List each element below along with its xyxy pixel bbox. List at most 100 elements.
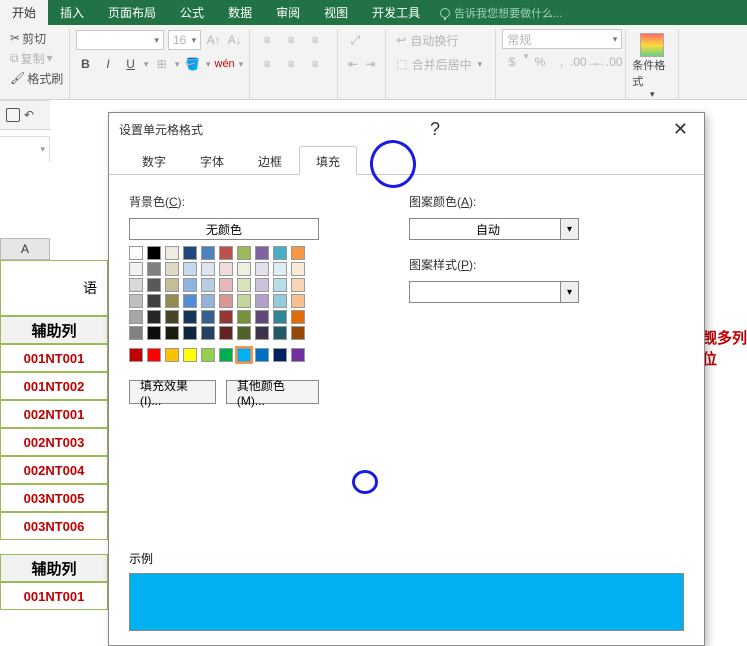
color-swatch[interactable] xyxy=(291,294,305,308)
color-swatch[interactable] xyxy=(291,262,305,276)
color-swatch[interactable] xyxy=(219,326,233,340)
data-cell[interactable]: 002NT003 xyxy=(0,428,108,456)
color-swatch[interactable] xyxy=(201,262,215,276)
color-swatch[interactable] xyxy=(165,278,179,292)
color-swatch[interactable] xyxy=(273,262,287,276)
tab-home[interactable]: 开始 xyxy=(0,0,48,25)
data-cell[interactable]: 001NT002 xyxy=(0,372,108,400)
header-cell[interactable]: 语 xyxy=(0,260,108,316)
tab-font[interactable]: 字体 xyxy=(183,146,241,175)
color-swatch[interactable] xyxy=(165,348,179,362)
increase-decimal-button[interactable]: .00→ xyxy=(573,51,595,73)
color-swatch[interactable] xyxy=(129,246,143,260)
underline-button[interactable]: U xyxy=(121,53,140,75)
color-swatch[interactable] xyxy=(255,310,269,324)
column-header-a[interactable]: A xyxy=(0,238,50,260)
color-swatch[interactable] xyxy=(219,348,233,362)
color-swatch[interactable] xyxy=(255,246,269,260)
decrease-indent-button[interactable]: ⇤ xyxy=(344,53,362,75)
tab-fill[interactable]: 填充 xyxy=(299,146,357,175)
orientation-button[interactable]: ⤢ xyxy=(344,29,366,51)
color-swatch[interactable] xyxy=(273,278,287,292)
color-swatch[interactable] xyxy=(147,246,161,260)
color-swatch[interactable] xyxy=(237,310,251,324)
color-swatch[interactable] xyxy=(273,246,287,260)
color-swatch[interactable] xyxy=(255,278,269,292)
color-swatch[interactable] xyxy=(273,310,287,324)
color-swatch[interactable] xyxy=(165,326,179,340)
color-swatch[interactable] xyxy=(255,326,269,340)
no-color-button[interactable]: 无颜色 xyxy=(129,218,319,240)
color-swatch[interactable] xyxy=(255,262,269,276)
shrink-font-button[interactable]: A↓ xyxy=(226,29,243,51)
color-swatch[interactable] xyxy=(237,278,251,292)
color-swatch[interactable] xyxy=(129,262,143,276)
more-colors-button[interactable]: 其他颜色(M)... xyxy=(226,380,319,404)
color-swatch[interactable] xyxy=(219,310,233,324)
color-swatch[interactable] xyxy=(273,348,287,362)
color-swatch[interactable] xyxy=(165,262,179,276)
color-swatch[interactable] xyxy=(183,294,197,308)
font-size-combo[interactable]: 16▾ xyxy=(168,30,201,50)
color-swatch[interactable] xyxy=(273,326,287,340)
conditional-formatting-button[interactable]: 条件格式▾ xyxy=(632,29,672,104)
help-button[interactable]: ? xyxy=(430,119,440,140)
color-swatch[interactable] xyxy=(237,326,251,340)
cut-button[interactable]: ✂剪切 xyxy=(10,29,63,47)
color-swatch[interactable] xyxy=(291,326,305,340)
color-swatch[interactable] xyxy=(129,348,143,362)
aux-header-cell[interactable]: 辅助列 xyxy=(0,554,108,582)
tab-insert[interactable]: 插入 xyxy=(48,0,96,25)
fill-color-button[interactable]: 🪣 xyxy=(183,53,202,75)
color-swatch[interactable] xyxy=(129,294,143,308)
decrease-decimal-button[interactable]: ←.00 xyxy=(597,51,619,73)
color-swatch[interactable] xyxy=(183,348,197,362)
font-name-combo[interactable]: ▾ xyxy=(76,30,164,50)
color-swatch[interactable] xyxy=(129,278,143,292)
color-swatch[interactable] xyxy=(291,348,305,362)
tab-data[interactable]: 数据 xyxy=(216,0,264,25)
fill-effects-button[interactable]: 填充效果(I)... xyxy=(129,380,216,404)
color-swatch[interactable] xyxy=(291,278,305,292)
color-swatch[interactable] xyxy=(219,246,233,260)
color-swatch[interactable] xyxy=(147,294,161,308)
color-swatch[interactable] xyxy=(201,310,215,324)
color-swatch[interactable] xyxy=(165,246,179,260)
color-swatch[interactable] xyxy=(183,278,197,292)
pattern-style-combo[interactable]: ▾ xyxy=(409,281,579,303)
tab-formulas[interactable]: 公式 xyxy=(168,0,216,25)
copy-button[interactable]: ⧉复制▾ xyxy=(10,49,63,67)
wrap-text-button[interactable]: ↩自动换行 xyxy=(392,29,489,51)
phonetic-button[interactable]: wén xyxy=(215,53,235,75)
tab-developer[interactable]: 开发工具 xyxy=(360,0,432,25)
bold-button[interactable]: B xyxy=(76,53,95,75)
format-painter-button[interactable]: 🖌格式刷 xyxy=(10,69,63,87)
close-button[interactable]: ✕ xyxy=(673,119,688,140)
currency-button[interactable]: $ xyxy=(502,51,521,73)
color-swatch[interactable] xyxy=(183,310,197,324)
merge-center-button[interactable]: ⬚合并后居中▾ xyxy=(392,53,489,75)
color-swatch[interactable] xyxy=(183,246,197,260)
color-swatch[interactable] xyxy=(129,326,143,340)
color-swatch[interactable] xyxy=(219,262,233,276)
color-swatch[interactable] xyxy=(201,294,215,308)
color-swatch[interactable] xyxy=(183,262,197,276)
tell-me-search[interactable]: 告诉我您想要做什么... xyxy=(432,0,570,25)
color-swatch[interactable] xyxy=(237,246,251,260)
color-swatch[interactable] xyxy=(201,246,215,260)
border-button[interactable]: ⊞ xyxy=(152,53,171,75)
color-swatch[interactable] xyxy=(183,326,197,340)
color-swatch[interactable] xyxy=(219,278,233,292)
italic-button[interactable]: I xyxy=(99,53,118,75)
number-format-combo[interactable]: 常规▾ xyxy=(502,29,622,49)
name-box[interactable]: ▾ xyxy=(0,136,50,162)
data-cell[interactable]: 001NT001 xyxy=(0,344,108,372)
data-cell[interactable]: 002NT004 xyxy=(0,456,108,484)
color-swatch[interactable] xyxy=(201,326,215,340)
tab-view[interactable]: 视图 xyxy=(312,0,360,25)
color-swatch[interactable] xyxy=(237,262,251,276)
tab-number[interactable]: 数字 xyxy=(125,146,183,175)
data-cell[interactable]: 003NT005 xyxy=(0,484,108,512)
color-swatch[interactable] xyxy=(255,348,269,362)
tab-review[interactable]: 审阅 xyxy=(264,0,312,25)
